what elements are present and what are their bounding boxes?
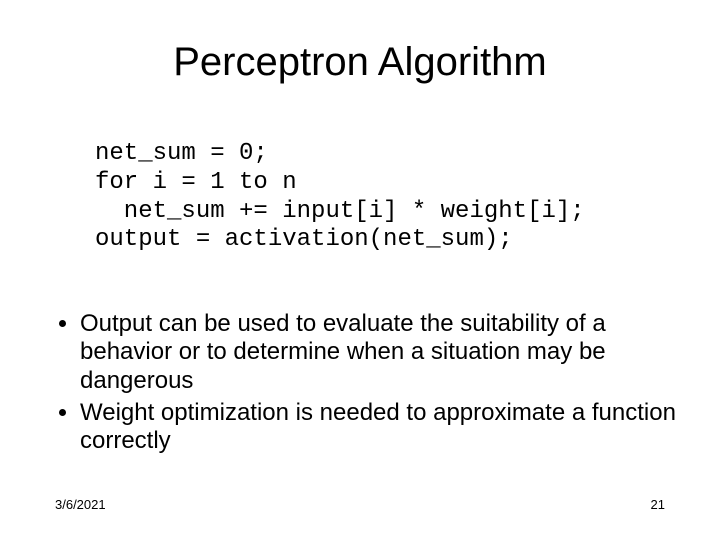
bullet-item-1: Output can be used to evaluate the suita… [80,310,700,395]
bullet-item-2: Weight optimization is needed to approxi… [80,399,700,456]
code-line-4: output = activation(net_sum); [95,226,513,253]
slide-title: Perceptron Algorithm [0,40,720,85]
slide: Perceptron Algorithm net_sum = 0; for i … [0,0,720,540]
footer-date: 3/6/2021 [55,497,106,512]
bullet-list: Output can be used to evaluate the suita… [55,310,700,460]
code-line-3: net_sum += input[i] * weight[i]; [95,198,585,225]
code-line-1: net_sum = 0; [95,140,268,167]
footer-page-number: 21 [651,497,665,512]
code-block: net_sum = 0; for i = 1 to n net_sum += i… [95,140,585,255]
code-line-2: for i = 1 to n [95,169,297,196]
